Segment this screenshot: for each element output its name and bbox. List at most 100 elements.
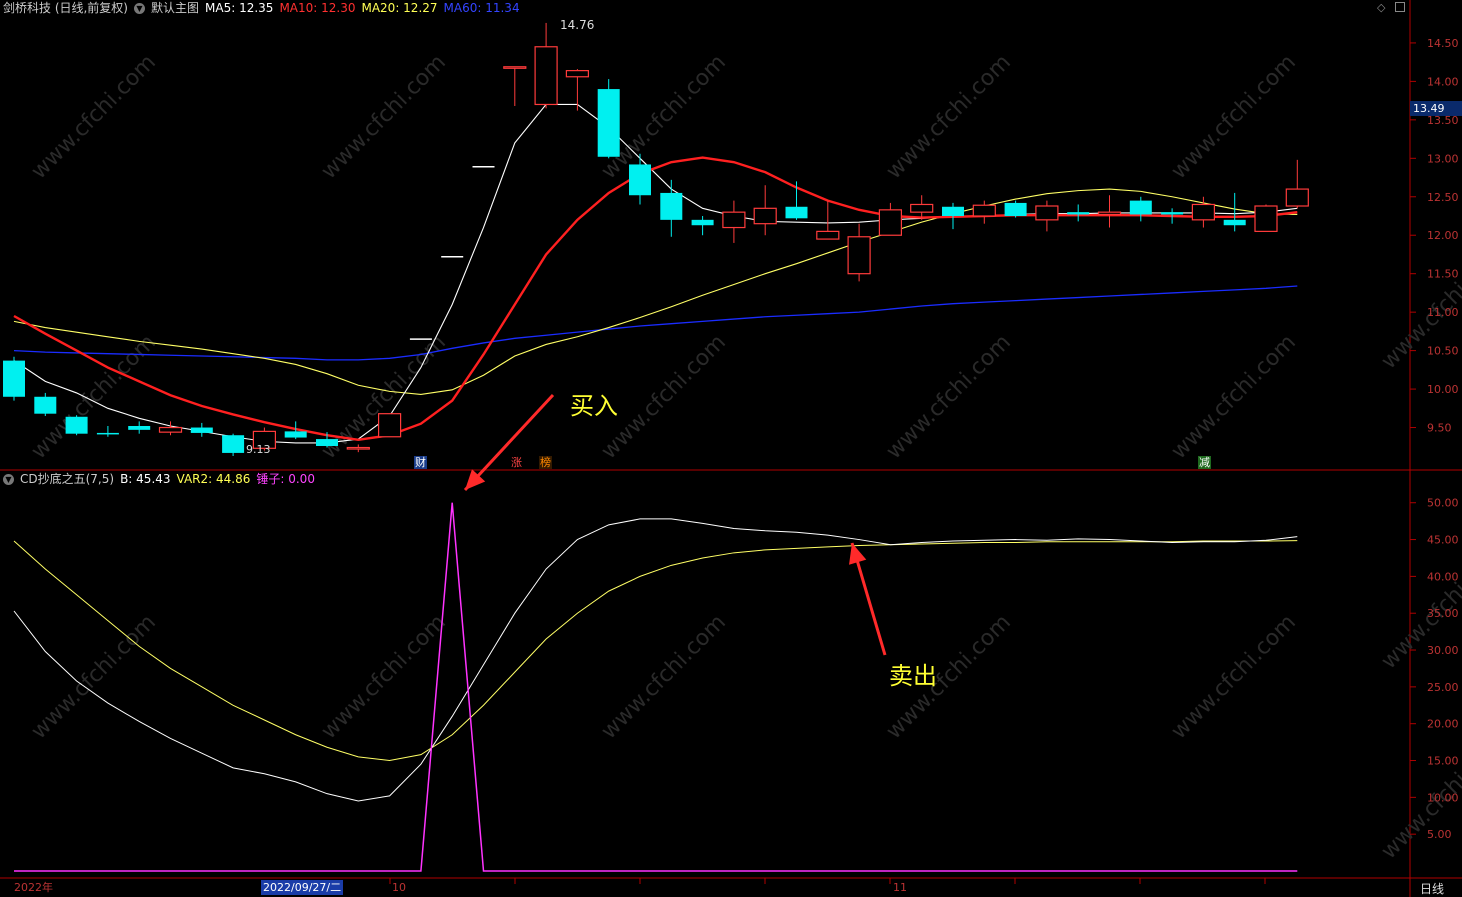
candle-body: [942, 206, 964, 216]
watermark-text: www.cfchi.com: [1167, 330, 1301, 464]
candle: [753, 185, 777, 236]
candle: [503, 66, 527, 106]
candle: [534, 22, 558, 109]
candle-body: [222, 435, 245, 453]
candle-body: [316, 439, 338, 446]
var2-value-label: VAR2: 44.86: [176, 472, 251, 486]
stock-chart-window: www.cfchi.com www.cfchi.com www.cfchi.com w…: [0, 0, 1462, 897]
y-tick-label: 12.50: [1427, 191, 1459, 204]
candle-body: [1067, 212, 1090, 215]
candle: [96, 426, 119, 437]
ma60-line: [13, 285, 1298, 361]
candle-body: [1097, 211, 1122, 216]
candle: [190, 422, 213, 437]
buy-annotation: 买入: [570, 392, 618, 420]
candle-body: [1223, 219, 1246, 226]
sell-arrow: [849, 542, 887, 656]
current-price-tag: 13.49: [1410, 101, 1462, 116]
candle-body: [597, 89, 620, 157]
candle: [128, 421, 151, 434]
candle-body: [1191, 203, 1216, 221]
candle-body: [3, 360, 25, 397]
x-axis-month-11: 11: [893, 881, 907, 894]
var2-line: [13, 540, 1298, 762]
high-price-label: 14.76: [560, 18, 595, 32]
event-tag-limit-up[interactable]: 涨: [510, 456, 523, 469]
chevron-down-icon[interactable]: ▼: [134, 2, 145, 14]
y-tick-label: 40.00: [1427, 570, 1459, 583]
candle: [722, 200, 746, 243]
candle: [660, 179, 683, 237]
indicator-name[interactable]: CD抄底之五(7,5): [20, 471, 114, 487]
candle: [222, 433, 245, 456]
y-tick-label: 11.00: [1427, 306, 1459, 319]
ma60-label: MA60: 11.34: [443, 1, 520, 15]
candle: [1254, 204, 1278, 232]
watermark-text: www.cfchi.com: [882, 50, 1016, 184]
chart-mode-label[interactable]: 默认主图: [151, 0, 199, 16]
candle-body: [878, 209, 903, 236]
y-tick-label: 14.00: [1427, 75, 1459, 88]
y-tick-label: 12.00: [1427, 229, 1459, 242]
candle-body: [190, 427, 213, 433]
candle-body: [96, 432, 119, 435]
candle-body: [629, 164, 651, 196]
b-line: [13, 518, 1298, 802]
y-tick-label: 25.00: [1427, 681, 1459, 694]
x-axis-month-10: 10: [392, 881, 406, 894]
candle-body: [910, 203, 934, 213]
candle-body: [565, 70, 590, 78]
candle: [158, 421, 183, 436]
candle-body: [722, 211, 746, 229]
y-tick-label: 13.00: [1427, 152, 1459, 165]
candle-body: [1285, 188, 1309, 207]
diamond-icon[interactable]: ◇: [1377, 1, 1385, 14]
watermark-text: www.cfchi.com: [317, 50, 451, 184]
candle-body: [847, 236, 871, 275]
candle-body: [753, 207, 777, 225]
y-tick-label: 10.50: [1427, 345, 1459, 358]
stock-title[interactable]: 剑桥科技 (日线,前复权): [3, 0, 128, 16]
candle-body: [158, 426, 183, 433]
candle: [597, 79, 620, 159]
candle-body: [284, 431, 307, 438]
y-tick-label: 14.50: [1427, 37, 1459, 50]
y-tick-label: 30.00: [1427, 644, 1459, 657]
watermark-text: www.cfchi.com: [882, 330, 1016, 464]
candle: [65, 415, 88, 436]
watermark-text: www.cfchi.com: [1167, 50, 1301, 184]
x-axis-year: 2022年: [14, 881, 53, 894]
candle: [34, 392, 57, 416]
y-tick-label: 9.50: [1427, 422, 1452, 435]
period-label[interactable]: 日线: [1420, 880, 1444, 897]
indicator-header: ▼ CD抄底之五(7,5) B: 45.43 VAR2: 44.86 锤子: 0…: [3, 471, 315, 487]
sell-annotation: 卖出: [889, 662, 937, 690]
watermark-text: www.cfchi.com: [597, 610, 731, 744]
y-tick-label: 10.00: [1427, 383, 1459, 396]
watermark-text: www.cfchi.com: [1167, 610, 1301, 744]
b-value-label: B: 45.43: [120, 472, 171, 486]
candle-body: [1035, 205, 1059, 221]
candle-body: [34, 396, 57, 414]
hammer-value-label: 锤子: 0.00: [256, 472, 315, 486]
chevron-down-icon[interactable]: ▼: [3, 473, 14, 485]
candle-body: [972, 204, 996, 217]
event-tag-list[interactable]: 榜: [539, 456, 552, 469]
low-price-label: 9.13: [246, 443, 271, 456]
candle: [816, 200, 840, 240]
candle-body: [378, 413, 402, 438]
x-axis-selected-date: 2022/09/27/二: [261, 880, 344, 895]
candle-body: [691, 219, 714, 226]
window-toggle-icon[interactable]: [1395, 2, 1405, 12]
candle-body: [534, 46, 558, 106]
watermark-text: www.cfchi.com: [317, 610, 451, 744]
candle: [1285, 159, 1309, 209]
candle: [1067, 204, 1090, 222]
candle: [378, 413, 402, 438]
candle-body: [346, 446, 370, 450]
event-tag-finance[interactable]: 财: [414, 456, 427, 469]
chart-canvas[interactable]: www.cfchi.com www.cfchi.com www.cfchi.com w…: [0, 0, 1462, 897]
candle: [785, 181, 808, 220]
event-tag-reduce[interactable]: 减: [1198, 456, 1211, 469]
candle: [847, 223, 871, 282]
